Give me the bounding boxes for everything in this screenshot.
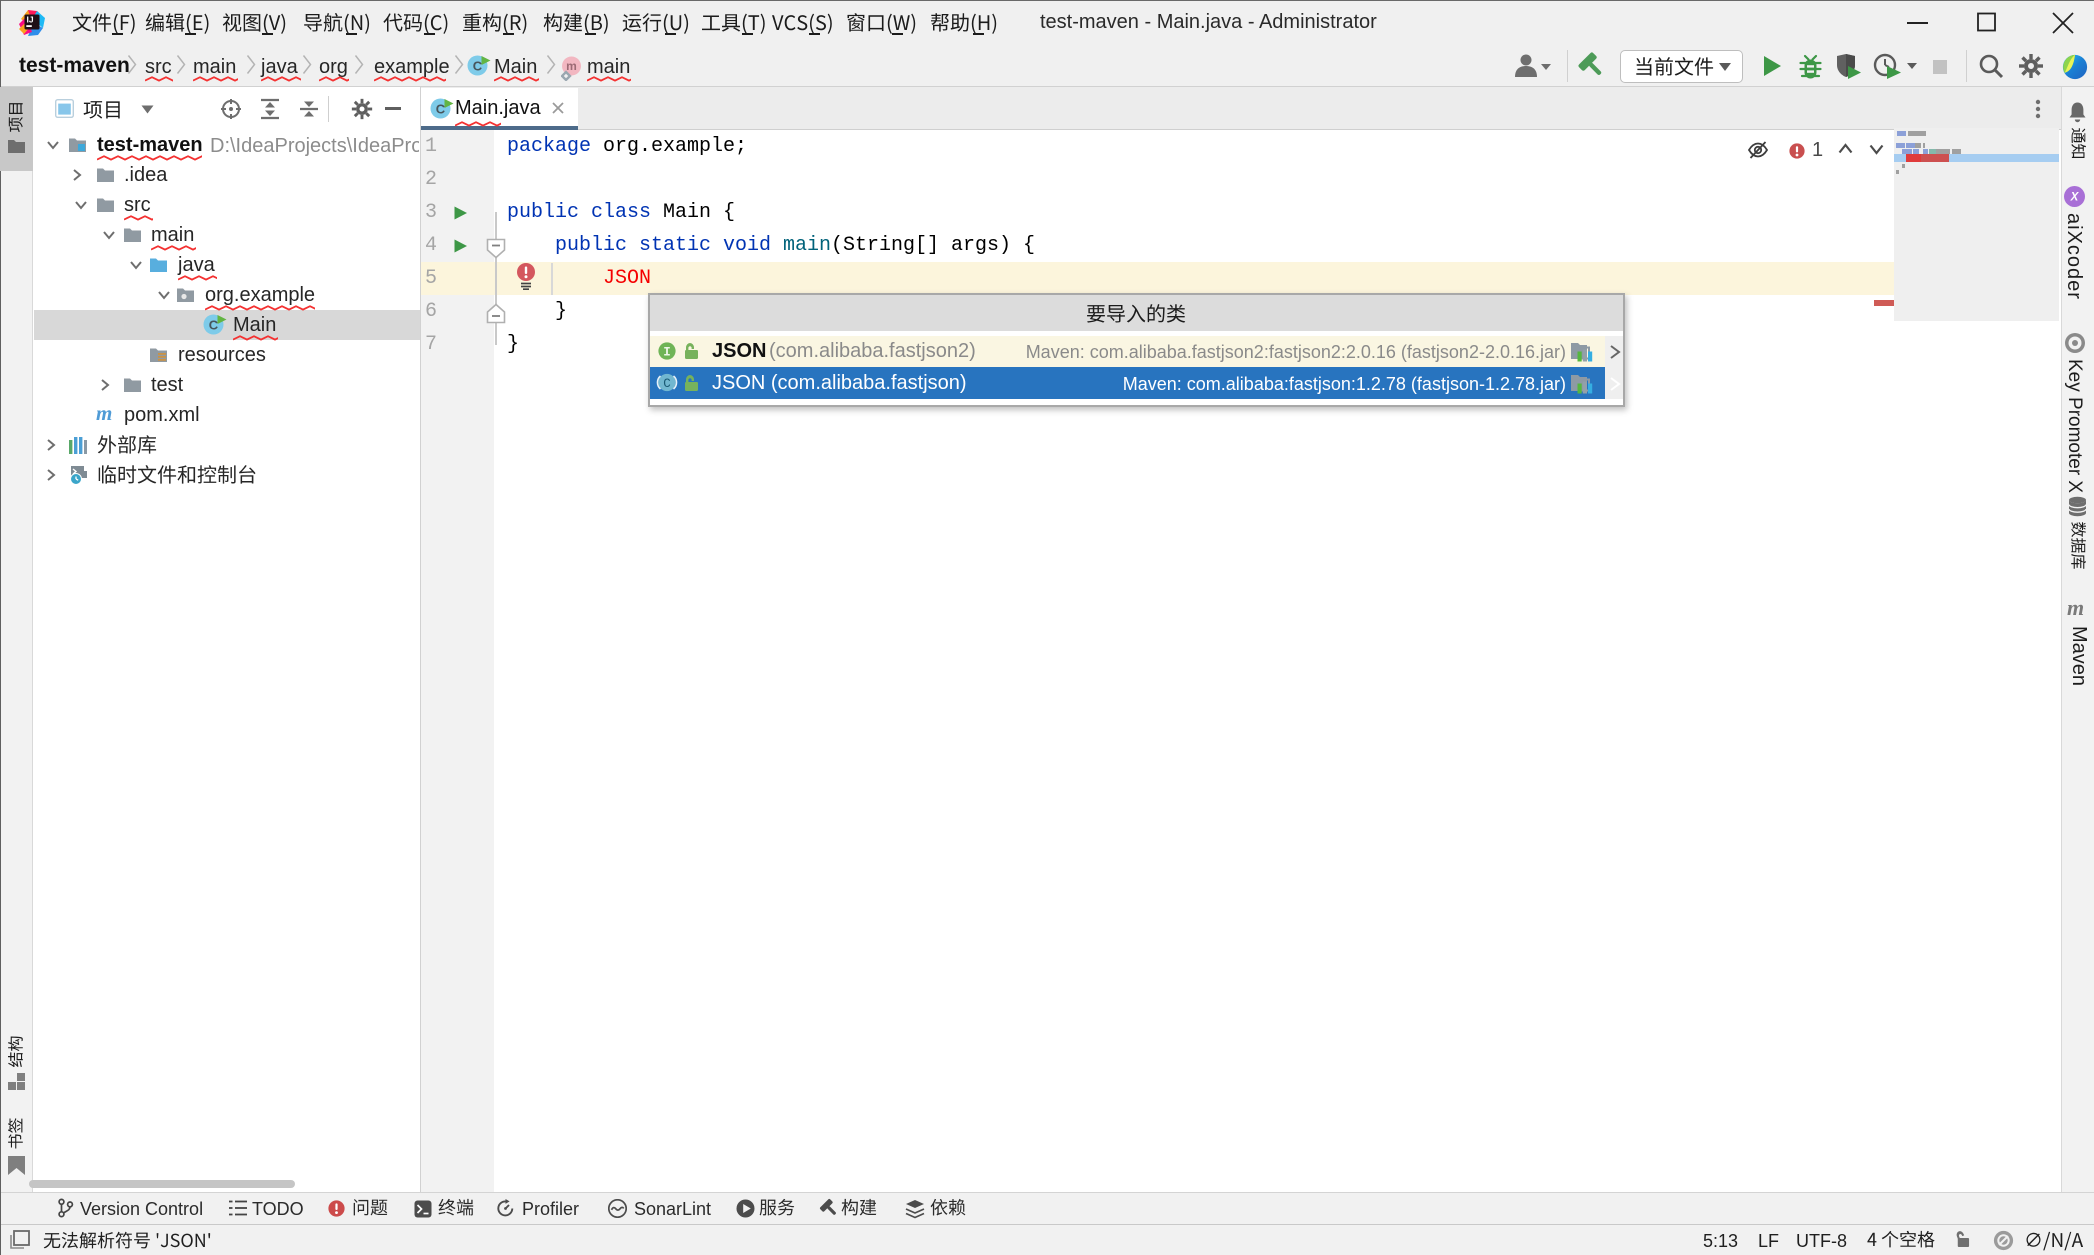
- svg-text:C: C: [473, 59, 483, 74]
- svg-text:m: m: [2067, 598, 2084, 618]
- svg-text:C: C: [663, 377, 671, 391]
- svg-text:X: X: [2070, 192, 2080, 204]
- svg-text:C: C: [436, 102, 446, 117]
- svg-text:I: I: [663, 346, 671, 360]
- svg-text:m: m: [96, 405, 112, 423]
- svg-text:m: m: [566, 59, 577, 73]
- svg-text:IJ: IJ: [27, 15, 34, 25]
- svg-text:C: C: [209, 318, 219, 333]
